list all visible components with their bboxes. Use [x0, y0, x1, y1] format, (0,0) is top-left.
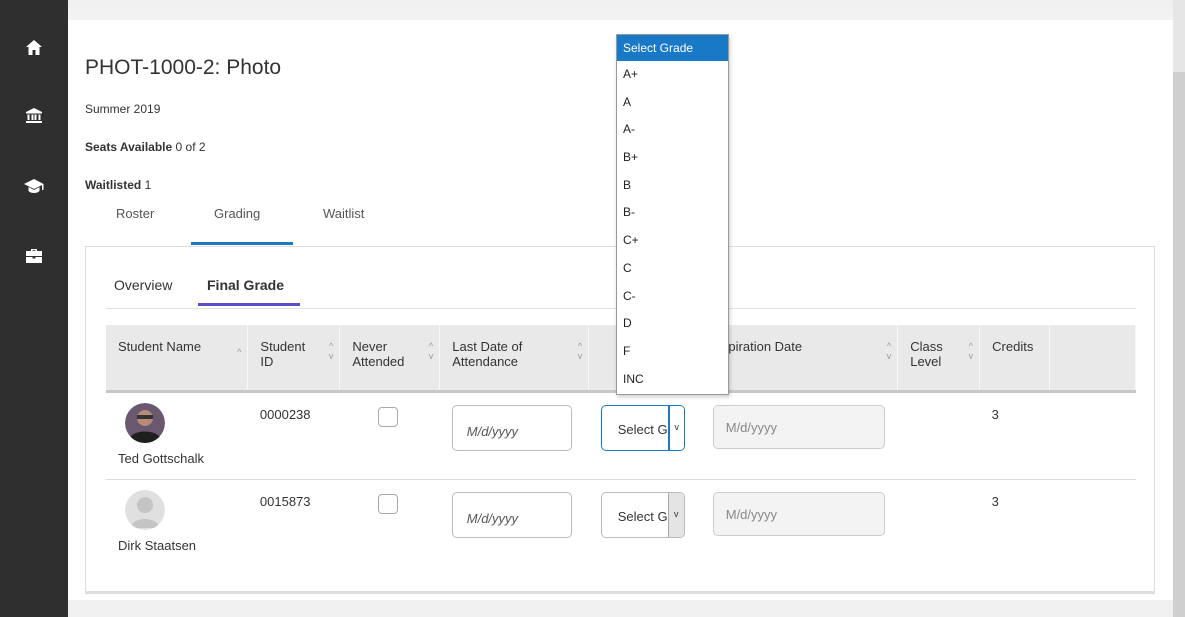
cell-expiration-date: M/d/yyyy	[701, 479, 898, 567]
cell-last-date: M/d/yyyy	[439, 391, 589, 480]
grade-select[interactable]: Select Grade v	[600, 491, 685, 538]
grade-option-c-plus[interactable]: C+	[617, 227, 728, 255]
scrollbar[interactable]	[1173, 0, 1185, 617]
grade-option-a-plus[interactable]: A+	[617, 61, 728, 89]
cell-student: Dirk Staatsen	[106, 479, 248, 567]
header-expiration-date[interactable]: Expiration Date ^ v	[700, 325, 899, 391]
header-student-id-label-1: Student	[260, 339, 306, 354]
cell-last-date: M/d/yyyy	[440, 479, 589, 567]
cell-empty	[1050, 479, 1136, 567]
grade-dropdown-list: Select Grade A+ A A- B+ B B- C+ C C- D F…	[616, 34, 729, 395]
grade-option-c-minus[interactable]: C-	[617, 283, 728, 311]
header-class-level-label-2: Level	[910, 354, 942, 369]
header-never-attended-label-1: Never	[352, 339, 388, 354]
avatar	[125, 402, 165, 443]
header-credits: Credits	[979, 325, 1051, 391]
chevron-down-icon[interactable]: v	[667, 405, 684, 450]
credits-value: 3	[991, 493, 999, 509]
student-name[interactable]: Dirk Staatsen	[118, 538, 236, 553]
student-id: 0000238	[247, 391, 340, 480]
avatar	[125, 489, 165, 530]
seats-label: Seats Available	[85, 140, 173, 154]
chevron-down-icon[interactable]: v	[667, 492, 684, 537]
last-date-input[interactable]: M/d/yyyy	[451, 404, 572, 451]
table-row: Dirk Staatsen 0015873 M/d/yyyy Select Gr…	[106, 479, 1136, 567]
last-date-input[interactable]: M/d/yyyy	[451, 491, 572, 538]
active-subtab-indicator	[198, 303, 300, 306]
waitlisted-value: 1	[144, 178, 152, 192]
tab-grading[interactable]: Grading	[214, 206, 260, 221]
grade-option-b[interactable]: B	[617, 172, 728, 200]
cell-empty	[1049, 391, 1136, 480]
header-student-id[interactable]: Student ID ^ v	[247, 325, 341, 391]
subtab-final-grade[interactable]: Final Grade	[207, 277, 284, 293]
header-never-attended-label-2: Attended	[352, 354, 405, 369]
header-last-date-label-1: Last Date of	[452, 339, 523, 354]
header-never-attended[interactable]: Never Attended ^ v	[339, 325, 441, 391]
header-student-name[interactable]: Student Name ^	[106, 325, 249, 391]
sort-icon[interactable]: ^ v	[429, 341, 434, 361]
header-class-level-label-1: Class	[910, 339, 943, 354]
subtab-overview[interactable]: Overview	[114, 277, 172, 293]
grade-option-f[interactable]: F	[617, 338, 728, 366]
expiration-date-input[interactable]: M/d/yyyy	[712, 491, 885, 536]
header-class-level[interactable]: Class Level ^ v	[897, 325, 981, 391]
grade-option-c[interactable]: C	[617, 255, 728, 283]
header-last-date[interactable]: Last Date of Attendance ^ v	[439, 325, 590, 391]
cell-final-grade: Select Grade v	[589, 479, 701, 567]
student-id: 0015873	[259, 493, 311, 509]
tab-roster[interactable]: Roster	[116, 206, 154, 221]
grade-select[interactable]: Select Grade v	[600, 404, 685, 451]
sort-icon[interactable]: ^ v	[969, 341, 974, 361]
cell-student: Ted Gottschalk	[106, 391, 248, 480]
graduation-cap-icon[interactable]	[22, 174, 46, 198]
waitlisted-count: Waitlisted 1	[85, 178, 151, 192]
seats-value: 0 of 2	[175, 140, 206, 154]
sort-icon[interactable]: ^	[237, 347, 241, 357]
institution-icon[interactable]	[22, 104, 46, 128]
term-label: Summer 2019	[85, 102, 161, 116]
active-tab-indicator	[191, 242, 293, 245]
credits-value: 3	[979, 391, 1050, 480]
header-empty	[1049, 325, 1136, 391]
briefcase-icon[interactable]	[22, 244, 46, 268]
expiration-date-input[interactable]: M/d/yyyy	[712, 404, 885, 449]
tab-waitlist[interactable]: Waitlist	[323, 206, 364, 221]
waitlisted-label: Waitlisted	[85, 178, 142, 192]
grade-option-a[interactable]: A	[617, 89, 728, 117]
sort-icon[interactable]: ^ v	[578, 341, 583, 361]
cell-expiration-date: M/d/yyyy	[700, 391, 898, 480]
header-last-date-label-2: Attendance	[452, 354, 519, 369]
table-row: Ted Gottschalk 0000238 M/d/yyyy Select G…	[106, 391, 1136, 480]
cell-never-attended	[339, 391, 440, 480]
sort-icon[interactable]: ^ v	[329, 341, 334, 361]
header-student-name-label: Student Name	[118, 339, 202, 354]
cell-class-level	[898, 479, 980, 567]
header-credits-label: Credits	[992, 339, 1034, 354]
header-student-id-label-2: ID	[260, 354, 274, 369]
grade-option-inc[interactable]: INC	[617, 366, 728, 394]
cell-final-grade: Select Grade v	[588, 391, 701, 480]
grade-option-b-minus[interactable]: B-	[617, 199, 728, 227]
seats-available: Seats Available 0 of 2	[85, 140, 206, 154]
never-attended-checkbox[interactable]	[377, 406, 398, 427]
sidebar	[0, 0, 68, 617]
student-name[interactable]: Ted Gottschalk	[118, 451, 236, 466]
sort-icon[interactable]: ^ v	[887, 341, 892, 361]
page-title: PHOT-1000-2: Photo	[85, 56, 282, 79]
grade-option-d[interactable]: D	[617, 310, 728, 338]
scrollbar-thumb[interactable]	[1173, 72, 1185, 617]
grade-option-b-plus[interactable]: B+	[617, 144, 728, 172]
home-icon[interactable]	[22, 36, 46, 60]
never-attended-checkbox[interactable]	[377, 493, 398, 514]
grade-option-a-minus[interactable]: A-	[617, 116, 728, 144]
cell-never-attended	[340, 479, 440, 567]
cell-class-level	[897, 391, 980, 480]
grade-option-select-grade[interactable]: Select Grade	[617, 35, 728, 61]
